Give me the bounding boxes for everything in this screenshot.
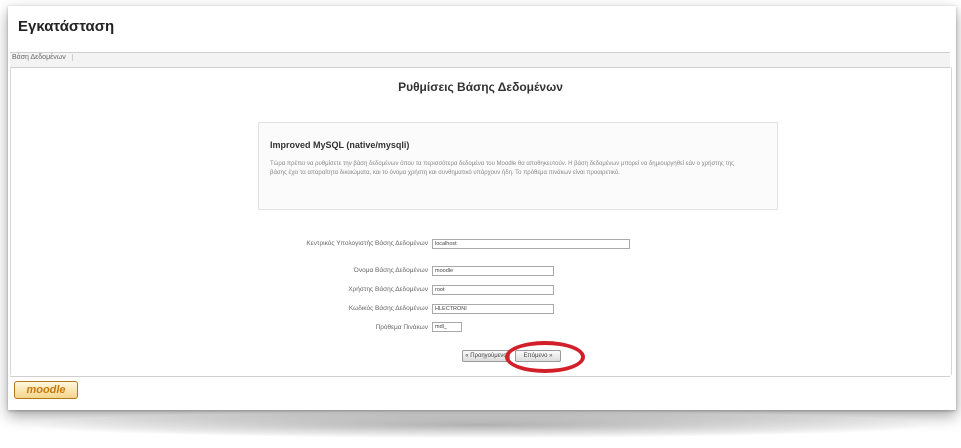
section-heading: Ρυθμίσεις Βάσης Δεδομένων [398, 80, 563, 94]
db-name-label: Όνομα Βάσης Δεδομένων [353, 267, 428, 274]
db-password-label: Κωδικός Βάσης Δεδομένων [348, 305, 428, 312]
table-prefix-label: Πρόθεμα Πινάκων [375, 324, 428, 331]
main-content [10, 67, 952, 375]
highlight-circle [505, 341, 585, 373]
db-user-input[interactable] [432, 285, 554, 295]
previous-button[interactable]: « Προηγούμενο [462, 350, 510, 362]
breadcrumb: Βάση Δεδομένων [12, 54, 73, 61]
db-name-input[interactable] [432, 266, 554, 276]
footer [10, 376, 950, 403]
info-text: Τώρα πρέπει να ρυθμίσετε την βάση δεδομέ… [270, 161, 735, 176]
db-host-input[interactable] [432, 239, 630, 249]
db-password-input[interactable] [432, 304, 554, 314]
db-host-label: Κεντρικός Υπολογιστής Βάσης Δεδομένων [306, 240, 428, 247]
moodle-logo[interactable]: moodle [14, 381, 78, 399]
page-title: Εγκατάσταση [18, 18, 115, 35]
breadcrumb-bar [10, 52, 950, 68]
info-title: Improved MySQL (native/mysqli) [270, 140, 410, 150]
table-prefix-input[interactable] [432, 322, 462, 332]
page-shadow [30, 412, 930, 438]
db-user-label: Χρήστης Βάσης Δεδομένων [348, 286, 428, 293]
